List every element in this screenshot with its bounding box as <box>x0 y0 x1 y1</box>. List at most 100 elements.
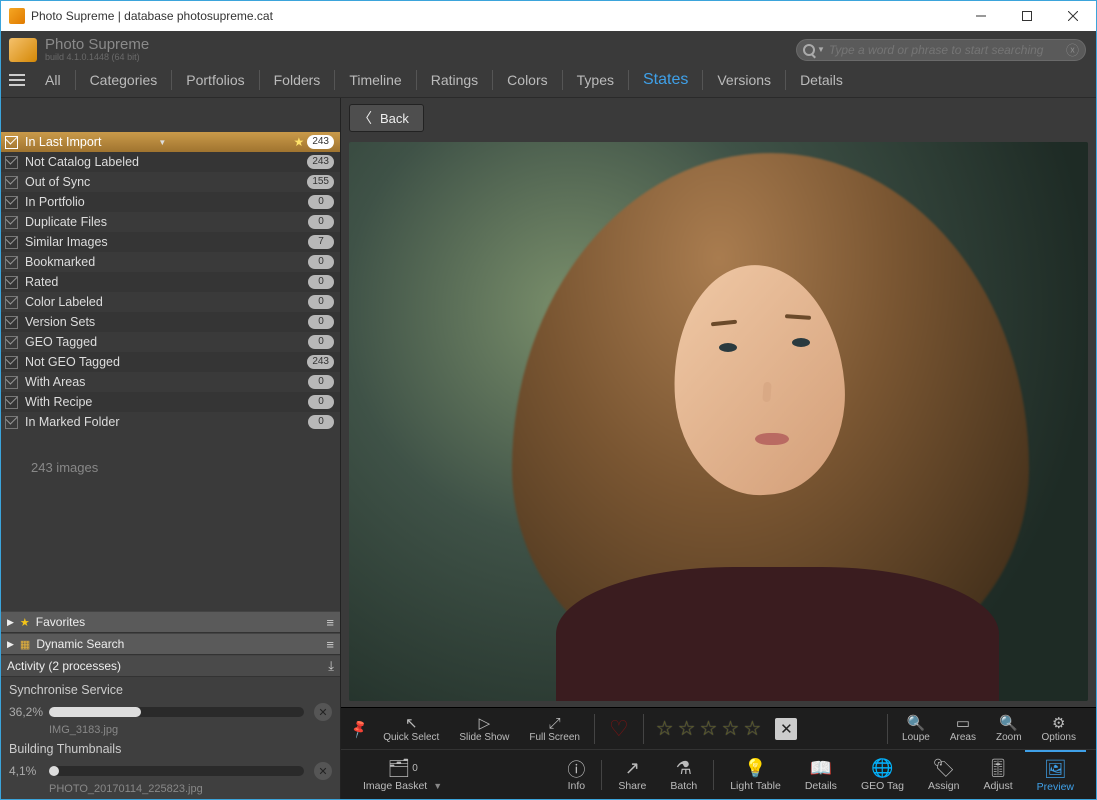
activity-file: IMG_3183.jpg <box>9 724 332 736</box>
state-label: Rated <box>25 275 167 289</box>
checkbox-icon <box>5 136 18 149</box>
full-screen-button[interactable]: ⤢ Full Screen <box>519 714 590 743</box>
nav-types[interactable]: Types <box>567 66 624 94</box>
minimize-button[interactable] <box>958 1 1004 31</box>
state-label: GEO Tagged <box>25 335 167 349</box>
preview-label: Preview <box>1037 781 1074 793</box>
zoom-button[interactable]: 🔍 Zoom <box>986 714 1032 744</box>
dynamic-search-panel-header[interactable]: ▶ ▦ Dynamic Search ≡ <box>1 633 340 655</box>
nav-all[interactable]: All <box>35 66 71 94</box>
separator <box>594 714 595 744</box>
slide-show-button[interactable]: ▷ Slide Show <box>449 714 519 743</box>
nav-colors[interactable]: Colors <box>497 66 557 94</box>
chevron-down-icon[interactable]: ▼ <box>158 138 166 147</box>
quick-select-label: Quick Select <box>383 732 439 743</box>
state-row[interactable]: With Recipe0 <box>1 392 340 412</box>
reject-button[interactable]: ✕ <box>775 718 797 740</box>
light-table-button[interactable]: 💡 Light Table <box>718 750 793 799</box>
search-box[interactable]: ▼ ⓧ <box>796 39 1086 61</box>
state-count: 0 <box>308 255 334 269</box>
state-row[interactable]: Out of Sync155 <box>1 172 340 192</box>
star-5[interactable]: ☆ <box>743 716 761 741</box>
state-label: Similar Images <box>25 235 167 249</box>
nav-portfolios[interactable]: Portfolios <box>176 66 254 94</box>
state-row[interactable]: Version Sets0 <box>1 312 340 332</box>
state-row[interactable]: With Areas0 <box>1 372 340 392</box>
geo-tag-label: GEO Tag <box>861 780 904 792</box>
favorite-heart-icon[interactable]: ♡ <box>599 716 639 742</box>
state-row[interactable]: In Marked Folder0 <box>1 412 340 432</box>
nav-ratings[interactable]: Ratings <box>421 66 488 94</box>
star-icon: ★ <box>20 616 30 629</box>
share-label: Share <box>618 780 646 792</box>
state-count: 7 <box>308 235 334 249</box>
image-basket-button[interactable]: 🗂 0 Image Basket ▼ <box>351 750 454 799</box>
state-count: 0 <box>308 335 334 349</box>
nav-timeline[interactable]: Timeline <box>339 66 411 94</box>
nav-versions[interactable]: Versions <box>707 66 781 94</box>
nav-states[interactable]: States <box>633 65 698 95</box>
state-row[interactable]: In Portfolio0 <box>1 192 340 212</box>
panel-menu-icon[interactable]: ≡ <box>326 615 334 630</box>
cancel-activity-button[interactable]: ✕ <box>314 762 332 780</box>
panel-menu-icon[interactable]: ≡ <box>326 637 334 652</box>
activity-panel-header[interactable]: Activity (2 processes) ⤓ <box>1 655 340 677</box>
favorites-panel-header[interactable]: ▶ ★ Favorites ≡ <box>1 611 340 633</box>
search-input[interactable] <box>829 43 1066 57</box>
star-2[interactable]: ☆ <box>678 716 696 741</box>
areas-button[interactable]: ▭ Areas <box>940 714 986 744</box>
options-button[interactable]: ⚙ Options <box>1032 714 1086 744</box>
state-count: 0 <box>308 395 334 409</box>
maximize-button[interactable] <box>1004 1 1050 31</box>
checkbox-icon <box>5 196 18 209</box>
options-label: Options <box>1042 732 1076 743</box>
app-header: Photo Supreme build 4.1.0.1448 (64 bit) … <box>1 31 1096 62</box>
state-row[interactable]: GEO Tagged 0 <box>1 332 340 352</box>
areas-label: Areas <box>950 732 976 743</box>
state-row[interactable]: Similar Images 7 <box>1 232 340 252</box>
quick-select-button[interactable]: ↖ Quick Select <box>373 714 449 743</box>
state-row[interactable]: Rated0 <box>1 272 340 292</box>
loupe-button[interactable]: 🔍 Loupe <box>892 714 940 744</box>
share-button[interactable]: ↗ Share <box>606 750 658 799</box>
state-row[interactable]: Color Labeled 0 <box>1 292 340 312</box>
star-1[interactable]: ☆ <box>656 716 674 741</box>
activity-percent: 36,2% <box>9 705 49 719</box>
details-button[interactable]: 📖 Details <box>793 750 849 799</box>
nav-folders[interactable]: Folders <box>264 66 331 94</box>
state-count: 243 <box>307 155 334 169</box>
hamburger-menu-icon[interactable] <box>9 71 25 89</box>
batch-icon: ⚗ <box>676 758 692 780</box>
info-button[interactable]: ⓘ Info <box>555 750 597 799</box>
loupe-label: Loupe <box>902 732 930 743</box>
preview-button[interactable]: 🖼 Preview <box>1025 750 1086 799</box>
close-button[interactable] <box>1050 1 1096 31</box>
state-count: 0 <box>308 295 334 309</box>
checkbox-icon <box>5 356 18 369</box>
nav-details[interactable]: Details <box>790 66 853 94</box>
star-3[interactable]: ☆ <box>700 716 718 741</box>
state-row[interactable]: Duplicate Files0 <box>1 212 340 232</box>
state-label: Out of Sync <box>25 175 166 189</box>
search-dropdown-icon[interactable]: ▼ <box>817 45 825 54</box>
state-count: 0 <box>308 195 334 209</box>
state-row[interactable]: In Last Import▼★243 <box>1 132 340 152</box>
window-titlebar: Photo Supreme | database photosupreme.ca… <box>1 1 1096 31</box>
cancel-activity-button[interactable]: ✕ <box>314 703 332 721</box>
back-button[interactable]: 〈 Back <box>349 104 424 132</box>
state-label: Not Catalog Labeled <box>25 155 166 169</box>
state-row[interactable]: Not GEO Tagged243 <box>1 352 340 372</box>
adjust-button[interactable]: 🎚 Adjust <box>971 750 1024 799</box>
search-clear-icon[interactable]: ⓧ <box>1066 40 1079 59</box>
state-row[interactable]: Bookmarked0 <box>1 252 340 272</box>
nav-categories[interactable]: Categories <box>80 66 168 94</box>
pin-icon[interactable]: 📌 <box>348 718 370 740</box>
collapse-icon[interactable]: ⤓ <box>328 658 334 674</box>
geo-tag-button[interactable]: 🌐 GEO Tag <box>849 750 916 799</box>
state-label: Color Labeled <box>25 295 167 309</box>
state-row[interactable]: Not Catalog Labeled 243 <box>1 152 340 172</box>
batch-button[interactable]: ⚗ Batch <box>658 750 709 799</box>
assign-button[interactable]: 🏷 Assign <box>916 750 972 799</box>
image-preview[interactable] <box>349 142 1088 701</box>
star-4[interactable]: ☆ <box>721 716 739 741</box>
